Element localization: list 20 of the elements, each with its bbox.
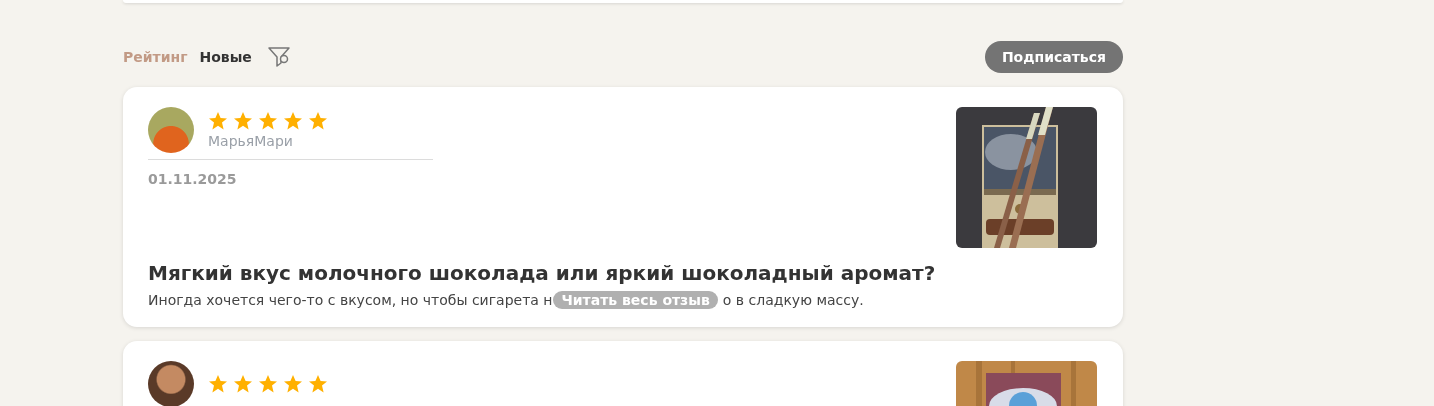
- filter-icon[interactable]: [267, 47, 290, 67]
- avatar: [148, 361, 194, 406]
- star-icon: [258, 374, 278, 394]
- star-icon: [283, 111, 303, 131]
- star-icon: [208, 111, 228, 131]
- avatar: [148, 107, 194, 153]
- author-name[interactable]: МарьяМари: [208, 133, 328, 149]
- review-text: Иногда хочется чего-то с вкусом, но чтобы сигарета н: [148, 292, 553, 308]
- review-date: 01.11.2025: [148, 171, 238, 187]
- review-text: о в сладкую массу.: [722, 292, 864, 308]
- review-title[interactable]: Мягкий вкус молочного шоколада или яркий шоколадный аромат?: [148, 261, 936, 285]
- star-icon: [308, 111, 328, 131]
- star-icon: [258, 111, 278, 131]
- sort-tab[interactable]: Новые: [199, 49, 252, 65]
- star-icon: [308, 374, 328, 394]
- star-icon: [233, 374, 253, 394]
- star-icon: [283, 374, 303, 394]
- subscribe-button[interactable]: Подписаться: [984, 41, 1123, 73]
- star-icon: [208, 374, 228, 394]
- star-icon: [233, 111, 253, 131]
